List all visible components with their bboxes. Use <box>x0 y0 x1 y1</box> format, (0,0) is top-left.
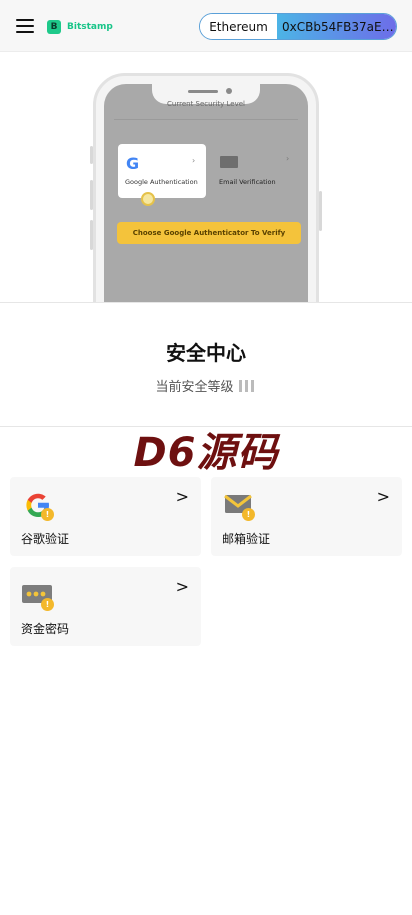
security-illustration: Current Security Level G › Google Authen… <box>0 53 412 303</box>
watermark-text: D6源码 <box>133 430 279 476</box>
security-level-row: 当前安全等级 <box>0 376 412 395</box>
google-verification-card[interactable]: ! > 谷歌验证 <box>10 477 201 556</box>
phone-mockup: Current Security Level G › Google Authen… <box>90 73 322 302</box>
mockup-divider <box>114 119 298 120</box>
phone-side-button <box>90 146 93 164</box>
email-verification-card[interactable]: ! > 邮箱验证 <box>211 477 402 556</box>
mockup-chevron-icon: › <box>192 156 196 165</box>
mockup-google-card: G › Google Authentication <box>118 144 206 198</box>
bitstamp-logo-icon: B <box>47 20 61 34</box>
wallet-connect-button[interactable]: Ethereum 0xCBb54FB37aE… <box>199 13 397 40</box>
top-header: B Bitstamp Ethereum 0xCBb54FB37aE… <box>0 0 412 52</box>
card-label: 资金密码 <box>21 622 70 636</box>
mockup-chevron-icon: › <box>286 154 290 163</box>
phone-side-button <box>319 191 322 231</box>
mockup-email-icon <box>220 156 238 168</box>
brand-logo[interactable]: B Bitstamp <box>47 19 113 35</box>
mockup-google-icon: G <box>126 154 140 173</box>
lock-badge-icon: ! <box>41 508 54 521</box>
tap-indicator-icon <box>141 192 155 206</box>
speaker-icon <box>188 90 218 93</box>
page-title: 安全中心 <box>166 341 246 365</box>
security-level-label: 当前安全等级 <box>155 380 234 395</box>
network-label: Ethereum <box>200 14 277 39</box>
card-label: 邮箱验证 <box>222 532 271 546</box>
mockup-choose-button: Choose Google Authenticator To Verify <box>117 222 301 244</box>
mockup-security-level: Current Security Level <box>167 100 245 108</box>
wallet-address: 0xCBb54FB37aE… <box>277 14 396 39</box>
mockup-email-label: Email Verification <box>219 178 276 186</box>
card-label: 谷歌验证 <box>21 532 70 546</box>
phone-screen: Current Security Level G › Google Authen… <box>104 84 308 302</box>
lock-badge-icon: ! <box>41 598 54 611</box>
security-level-bars-icon <box>238 379 257 392</box>
lock-badge-icon: ! <box>242 508 255 521</box>
mockup-google-label: Google Authentication <box>125 178 198 186</box>
hamburger-menu-icon[interactable] <box>16 19 34 33</box>
phone-side-button <box>90 220 93 250</box>
chevron-right-icon: > <box>376 487 390 506</box>
chevron-right-icon: > <box>175 487 189 506</box>
brand-name: Bitstamp <box>67 22 113 32</box>
chevron-right-icon: > <box>175 577 189 596</box>
phone-side-button <box>90 180 93 210</box>
camera-icon <box>226 88 232 94</box>
fund-password-card[interactable]: ! > 资金密码 <box>10 567 201 646</box>
